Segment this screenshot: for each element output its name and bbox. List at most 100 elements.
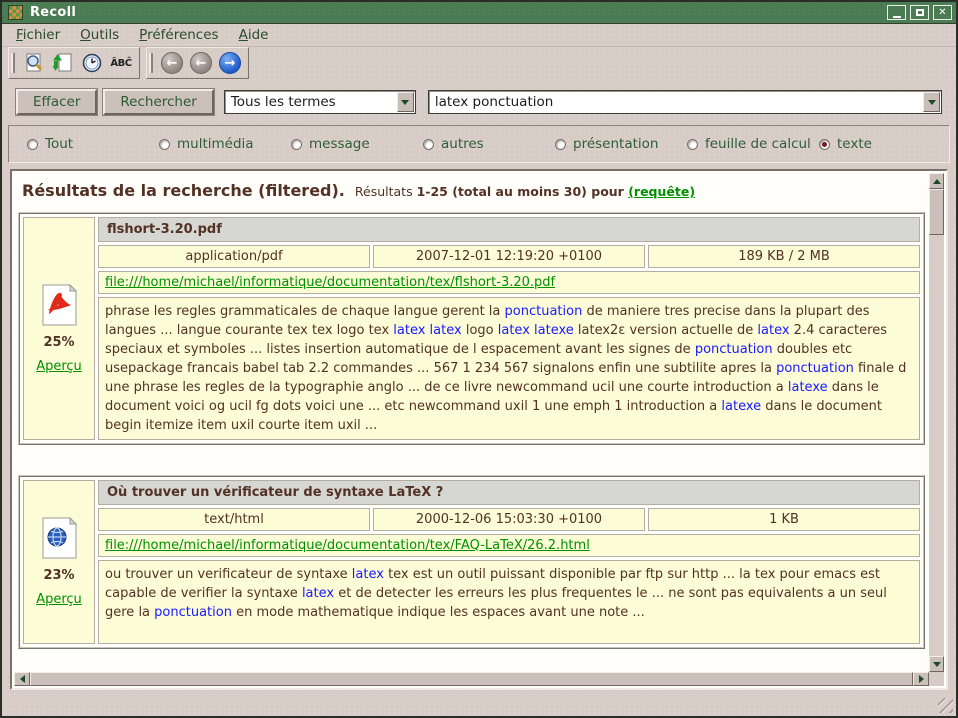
result-side-panel: 25% Aperçu bbox=[23, 217, 95, 440]
menu-outils[interactable]: Outils bbox=[70, 25, 129, 45]
radio-icon[interactable] bbox=[555, 139, 566, 150]
scroll-up-button[interactable] bbox=[929, 173, 944, 189]
size-cell: 189 KB / 2 MB bbox=[648, 245, 920, 268]
search-button[interactable]: Rechercher bbox=[103, 89, 213, 115]
radio-icon[interactable] bbox=[159, 139, 170, 150]
preview-link[interactable]: Aperçu bbox=[36, 592, 82, 607]
toolbar-group-navigation: ← ← → bbox=[146, 47, 249, 79]
horizontal-scrollbar-thumb[interactable] bbox=[30, 672, 913, 686]
arrow-right-icon bbox=[919, 675, 924, 683]
result-item: 23% Aperçu Où trouver un vérificateur de… bbox=[18, 475, 925, 649]
titlebar[interactable]: Recoll ✕ bbox=[2, 2, 956, 24]
maximize-icon bbox=[916, 9, 924, 16]
window-controls: ✕ bbox=[887, 5, 952, 20]
scroll-right-button[interactable] bbox=[913, 672, 929, 686]
page-first-button[interactable]: ← bbox=[159, 50, 185, 76]
history-button[interactable] bbox=[79, 50, 105, 76]
filter-multimedia[interactable]: multimédia bbox=[159, 136, 291, 152]
toolbar-handle[interactable] bbox=[149, 53, 153, 73]
preview-link[interactable]: Aperçu bbox=[36, 359, 82, 374]
results-frame: Résultats de la recherche (filtered). Rés… bbox=[10, 169, 948, 690]
horizontal-scrollbar[interactable] bbox=[14, 672, 929, 686]
search-mode-select[interactable]: Tous les termes bbox=[224, 90, 416, 114]
vertical-scrollbar[interactable] bbox=[929, 173, 944, 672]
filter-presentation[interactable]: présentation bbox=[555, 136, 687, 152]
relevance-percent: 25% bbox=[43, 335, 74, 350]
toolbar: ÂBĈ ← ← → bbox=[2, 47, 956, 79]
result-snippet: ou trouver un verificateur de syntaxe la… bbox=[98, 560, 920, 644]
query-details-link[interactable]: (requête) bbox=[628, 184, 695, 199]
radio-icon[interactable] bbox=[687, 139, 698, 150]
page-next-button[interactable]: → bbox=[217, 50, 243, 76]
radio-icon[interactable] bbox=[27, 139, 38, 150]
resize-grip-icon[interactable] bbox=[938, 698, 953, 713]
arrow-left-icon bbox=[20, 675, 25, 683]
result-snippet: phrase les regles grammaticales de chaqu… bbox=[98, 297, 920, 440]
radio-icon[interactable] bbox=[423, 139, 434, 150]
result-url-link[interactable]: file:///home/michael/informatique/docume… bbox=[105, 275, 555, 290]
close-icon: ✕ bbox=[938, 8, 946, 18]
recoll-app-icon bbox=[8, 5, 23, 20]
radio-icon[interactable] bbox=[291, 139, 302, 150]
term-explorer-button[interactable]: ÂBĈ bbox=[108, 50, 134, 76]
search-document-button[interactable] bbox=[21, 50, 47, 76]
results-list: Résultats de la recherche (filtered). Rés… bbox=[14, 173, 929, 672]
arrow-left-icon: ← bbox=[190, 52, 212, 74]
minimize-button[interactable] bbox=[887, 5, 906, 20]
menu-aide[interactable]: Aide bbox=[229, 25, 279, 45]
date-cell: 2007-12-01 12:19:20 +0100 bbox=[373, 245, 645, 268]
filter-autres[interactable]: autres bbox=[423, 136, 555, 152]
scroll-left-button[interactable] bbox=[14, 672, 30, 686]
arrow-left-icon: ← bbox=[161, 52, 183, 74]
mime-type-cell: application/pdf bbox=[98, 245, 370, 268]
page-previous-button[interactable]: ← bbox=[188, 50, 214, 76]
toolbar-group-tools: ÂBĈ bbox=[8, 47, 140, 79]
result-title: Où trouver un vérificateur de syntaxe La… bbox=[98, 480, 920, 505]
menubar: Fichier Outils Préférences Aide bbox=[2, 24, 956, 47]
pdf-file-icon bbox=[40, 284, 78, 326]
menu-fichier[interactable]: Fichier bbox=[6, 25, 70, 45]
search-row: Effacer Rechercher Tous les termes bbox=[2, 87, 956, 117]
vertical-scrollbar-thumb[interactable] bbox=[929, 189, 944, 235]
result-url-link[interactable]: file:///home/michael/informatique/docume… bbox=[105, 538, 590, 553]
result-title: flshort-3.20.pdf bbox=[98, 217, 920, 242]
filter-message[interactable]: message bbox=[291, 136, 423, 152]
mime-type-cell: text/html bbox=[98, 508, 370, 531]
scrollbar-corner bbox=[929, 672, 944, 686]
minimize-icon bbox=[893, 16, 901, 18]
result-meta-row: application/pdf 2007-12-01 12:19:20 +010… bbox=[98, 245, 920, 268]
maximize-button[interactable] bbox=[910, 5, 929, 20]
result-url-row: file:///home/michael/informatique/docume… bbox=[98, 271, 920, 294]
scroll-down-button[interactable] bbox=[929, 656, 944, 672]
results-title: Résultats de la recherche (filtered). bbox=[22, 181, 345, 200]
date-cell: 2000-12-06 15:03:30 +0100 bbox=[373, 508, 645, 531]
close-button[interactable]: ✕ bbox=[933, 5, 952, 20]
query-combobox bbox=[428, 90, 942, 114]
category-filter-panel: Tout multimédia message autres présentat… bbox=[8, 125, 950, 163]
result-url-row: file:///home/michael/informatique/docume… bbox=[98, 534, 920, 557]
result-item: 25% Aperçu flshort-3.20.pdf application/… bbox=[18, 212, 925, 445]
term-explorer-icon: ÂBĈ bbox=[110, 58, 131, 69]
menu-preferences[interactable]: Préférences bbox=[129, 25, 228, 45]
chevron-down-icon[interactable] bbox=[923, 92, 940, 112]
update-index-button[interactable] bbox=[50, 50, 76, 76]
search-document-icon bbox=[23, 52, 45, 74]
query-input[interactable] bbox=[429, 94, 923, 110]
arrow-right-icon: → bbox=[219, 52, 241, 74]
result-side-panel: 23% Aperçu bbox=[23, 480, 95, 644]
html-file-icon bbox=[40, 517, 78, 559]
chevron-down-icon[interactable] bbox=[397, 92, 414, 112]
update-index-icon bbox=[52, 52, 74, 74]
clear-button[interactable]: Effacer bbox=[16, 89, 97, 115]
radio-icon[interactable] bbox=[819, 139, 830, 150]
filter-texte[interactable]: texte bbox=[819, 136, 872, 152]
size-cell: 1 KB bbox=[648, 508, 920, 531]
statusbar bbox=[2, 690, 956, 716]
results-count-prefix: Résultats bbox=[355, 184, 417, 199]
toolbar-handle[interactable] bbox=[11, 53, 15, 73]
arrow-up-icon bbox=[933, 179, 941, 184]
filter-feuille-de-calcul[interactable]: feuille de calcul bbox=[687, 136, 819, 152]
filter-tout[interactable]: Tout bbox=[27, 136, 159, 152]
results-header: Résultats de la recherche (filtered). Rés… bbox=[14, 173, 929, 200]
results-range: 1-25 (total au moins 30) pour bbox=[417, 184, 629, 199]
